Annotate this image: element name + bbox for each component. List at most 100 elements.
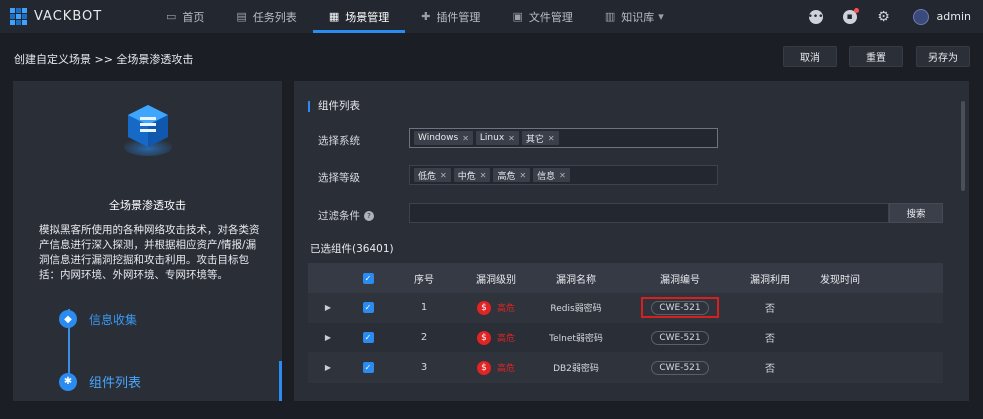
level-tag-text: 低危 [418, 171, 437, 182]
system-tag-text: Linux [479, 133, 505, 143]
chat-icon[interactable]: ••• [808, 9, 824, 24]
vuln-name: Redis弱密码 [550, 304, 602, 314]
caret-right-icon[interactable]: ▶ [325, 363, 331, 372]
level-label: 选择等级 [318, 172, 360, 184]
table-row[interactable]: ▶ ✓ 2 $ 高危 Telnet弱密码 CWE-521 否 [308, 323, 943, 353]
vuln-name: DB2弱密码 [553, 364, 599, 374]
level-tag: 信息 ✕ [533, 168, 570, 182]
exploit-cell: 否 [765, 334, 775, 345]
level-tag-text: 中危 [457, 171, 476, 182]
breadcrumb: 创建自定义场景 >> 全场景渗透攻击 [14, 53, 194, 66]
close-icon[interactable]: ✕ [462, 134, 469, 143]
search-button[interactable]: 搜索 [889, 203, 943, 223]
selected-count: 已选组件(36401) [310, 243, 394, 255]
system-tag: 其它 ✕ [521, 131, 559, 145]
level-text: 高危 [496, 304, 515, 314]
level-cell: $ 高危 [460, 330, 532, 345]
nav-file-management[interactable]: ▣ 文件管理 [496, 0, 588, 33]
close-icon[interactable]: ✕ [480, 171, 487, 180]
system-label: 选择系统 [318, 135, 360, 147]
level-tag: 中危 ✕ [453, 168, 491, 182]
row-number: 3 [420, 362, 428, 373]
level-text: 高危 [496, 364, 515, 374]
grid-icon: ▦ [328, 10, 340, 23]
scene-title: 全场景渗透攻击 [109, 199, 186, 212]
caret-right-icon[interactable]: ▶ [325, 303, 331, 312]
level-select[interactable]: 低危 ✕ 中危 ✕ 高危 ✕ 信息 ✕ [409, 165, 718, 185]
component-table: ✓ 序号 漏洞级别 漏洞名称 漏洞编号 漏洞利用 发现时间 ▶ ✓ 1 $ 高危 … [308, 263, 943, 383]
gear-icon[interactable]: ⚙ [877, 9, 891, 25]
row-checkbox[interactable]: ✓ [362, 362, 374, 373]
close-icon[interactable]: ✕ [519, 171, 526, 180]
close-icon[interactable]: ✕ [548, 134, 555, 143]
save-as-button[interactable]: 另存为 [916, 46, 970, 67]
shield-icon: ◆ [59, 310, 77, 328]
step-info-collection-label: 信息收集 [89, 312, 138, 327]
step-info-collection[interactable]: ◆ 信息收集 [59, 310, 137, 328]
help-icon[interactable]: ? [364, 211, 374, 221]
cwe-cell: CWE-521 [620, 297, 740, 318]
right-scrollbar[interactable] [961, 101, 965, 191]
row-checkbox[interactable]: ✓ [362, 302, 374, 313]
section-title: 组件列表 [308, 101, 360, 112]
exploit-cell: 否 [765, 304, 775, 315]
nav-plugin-management[interactable]: ✚ 插件管理 [405, 0, 496, 33]
book-icon: ▥ [604, 10, 616, 23]
nav-home[interactable]: ▭ 首页 [150, 0, 220, 33]
filter-input[interactable] [409, 203, 889, 223]
cwe-id: CWE-521 [651, 360, 709, 375]
expand-cell: ▶ [308, 303, 348, 312]
column-header: 漏洞名称 [556, 274, 596, 286]
cwe-id: CWE-521 [651, 301, 709, 315]
notification-icon[interactable]: ▪ [842, 7, 859, 24]
close-icon[interactable]: ✕ [440, 171, 447, 180]
row-number: 2 [420, 332, 428, 343]
close-icon[interactable]: ✕ [508, 134, 515, 143]
nav-task-list[interactable]: ▤ 任务列表 [220, 0, 312, 33]
scene-description: 模拟黑客所使用的各种网络攻击技术，对各类资产信息进行深入探测，并根据相应资产/情… [39, 224, 260, 281]
scene-cube-icon [124, 105, 172, 156]
danger-icon: $ [476, 360, 491, 375]
row-checkbox[interactable]: ✓ [362, 332, 374, 343]
danger-icon: $ [476, 330, 491, 345]
nav-task-list-label: 任务列表 [252, 10, 297, 24]
highlight-box: CWE-521 [641, 297, 719, 318]
nav-scene-management[interactable]: ▦ 场景管理 [312, 0, 406, 33]
reset-button[interactable]: 重置 [849, 46, 903, 67]
main-nav: ▭ 首页 ▤ 任务列表 ▦ 场景管理 ✚ 插件管理 ▣ 文件管理 ▥ 知识库 ▾ [150, 0, 680, 33]
step-component-list-label: 组件列表 [89, 376, 142, 391]
chevron-down-icon: ▾ [658, 10, 664, 23]
nav-knowledge-base[interactable]: ▥ 知识库 ▾ [589, 0, 680, 33]
exploit-cell: 否 [765, 364, 775, 375]
caret-right-icon[interactable]: ▶ [325, 333, 331, 342]
expand-cell: ▶ [308, 333, 348, 342]
table-row[interactable]: ▶ ✓ 3 $ 高危 DB2弱密码 CWE-521 否 [308, 353, 943, 383]
level-cell: $ 高危 [460, 360, 532, 375]
component-list-panel: 组件列表 选择系统 Windows ✕ Linux ✕ 其它 ✕ 选择等级 低危 ✕ 中… [294, 81, 969, 401]
bug-icon: ✱ [59, 372, 77, 391]
cwe-id: CWE-521 [651, 330, 709, 345]
left-scrollbar[interactable] [279, 361, 282, 401]
system-select[interactable]: Windows ✕ Linux ✕ 其它 ✕ [409, 128, 718, 148]
level-cell: $ 高危 [460, 300, 532, 315]
select-all-checkbox[interactable]: ✓ [362, 272, 374, 284]
brand-logo[interactable]: VACKBOT [10, 7, 130, 26]
system-tag-text: Windows [418, 133, 459, 143]
vuln-name: Telnet弱密码 [549, 334, 603, 344]
folder-icon: ▣ [512, 10, 523, 23]
column-header: 序号 [414, 274, 434, 286]
close-icon[interactable]: ✕ [559, 171, 566, 180]
top-navigation-bar: VACKBOT ▭ 首页 ▤ 任务列表 ▦ 场景管理 ✚ 插件管理 ▣ 文件管理… [0, 0, 983, 33]
table-row[interactable]: ▶ ✓ 1 $ 高危 Redis弱密码 CWE-521 否 [308, 293, 943, 323]
cancel-button[interactable]: 取消 [783, 46, 837, 67]
select-all-cell: ✓ [348, 272, 388, 284]
user-name[interactable]: admin [937, 10, 971, 23]
nav-home-label: 首页 [182, 10, 205, 24]
level-tag-text: 信息 [537, 171, 556, 182]
step-component-list[interactable]: ✱ 组件列表 [59, 372, 141, 391]
puzzle-icon: ✚ [421, 10, 431, 23]
filter-label-text: 过滤条件 [318, 210, 360, 222]
avatar[interactable] [912, 8, 929, 25]
system-tag: Windows ✕ [414, 131, 473, 145]
nav-plugin-management-label: 插件管理 [436, 10, 481, 24]
